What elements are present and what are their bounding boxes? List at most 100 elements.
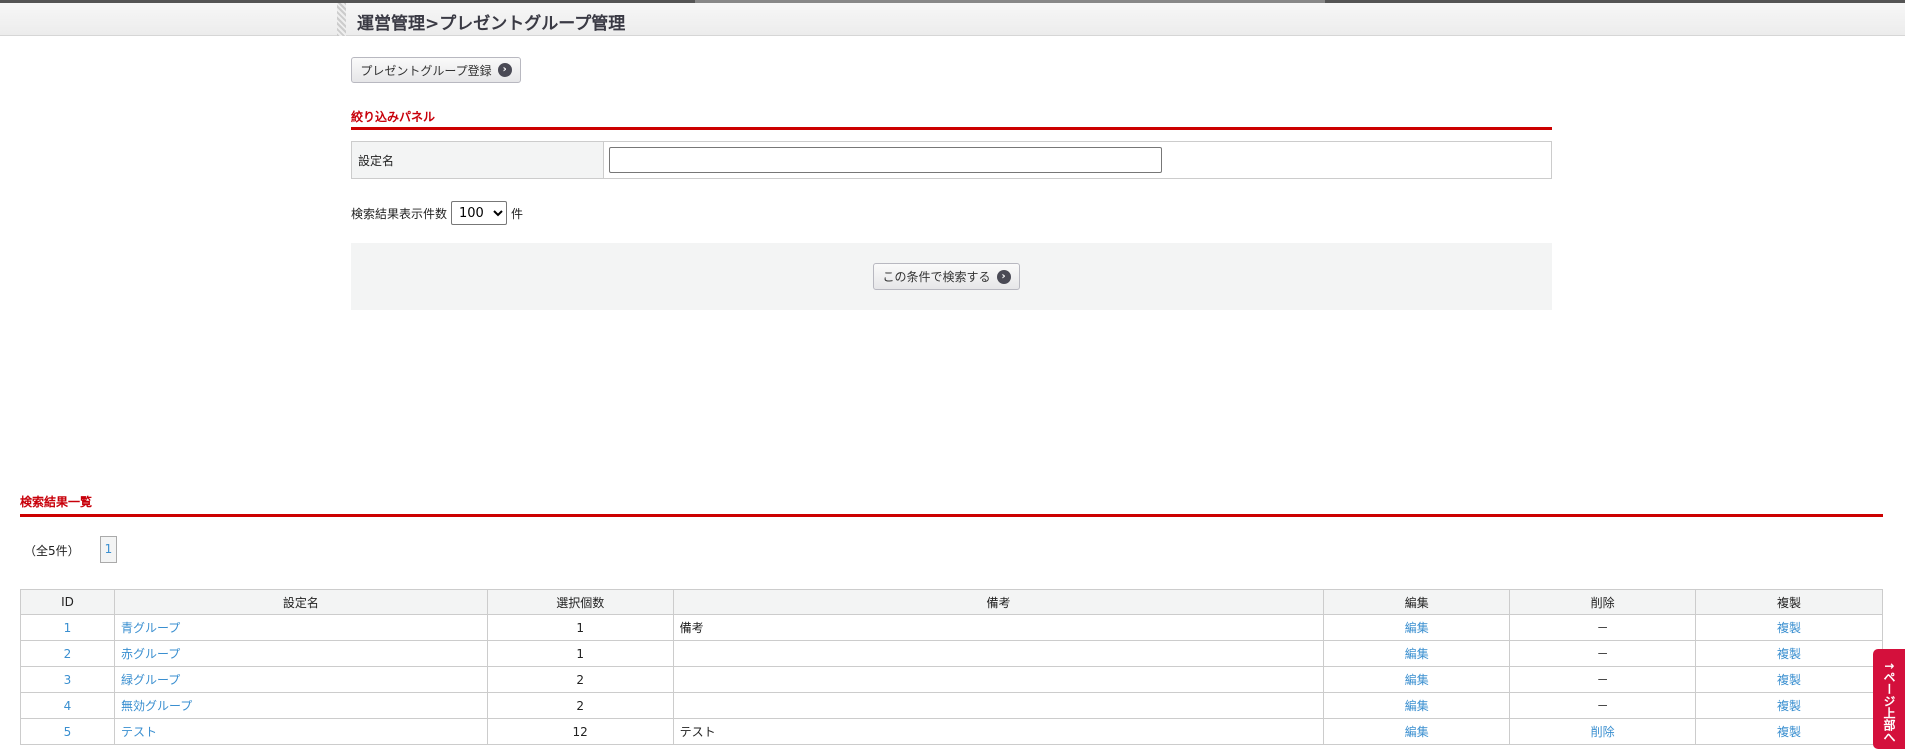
id-link[interactable]: 4 xyxy=(64,699,72,713)
cell-count: 2 xyxy=(486,666,674,693)
id-link[interactable]: 3 xyxy=(64,673,72,687)
count-label: 検索結果表示件数 xyxy=(351,206,448,221)
cell-name: 赤グループ xyxy=(113,640,488,667)
name-link[interactable]: 青グループ xyxy=(121,621,180,635)
cell-count: 12 xyxy=(486,718,674,745)
cell-edit: 編集 xyxy=(1323,614,1511,641)
column-header: 複製 xyxy=(1695,589,1883,615)
edit-link[interactable]: 編集 xyxy=(1405,621,1429,635)
cell-count: 1 xyxy=(486,640,674,667)
filter-panel-title: 絞り込みパネル xyxy=(351,110,436,124)
name-label: 設定名 xyxy=(352,142,604,178)
edit-link[interactable]: 編集 xyxy=(1405,673,1429,687)
cell-note: テスト xyxy=(672,718,1325,745)
name-link[interactable]: 赤グループ xyxy=(121,647,180,661)
name-link[interactable]: テスト xyxy=(121,725,157,739)
cell-name: 緑グループ xyxy=(113,666,488,693)
delete-text: － xyxy=(1596,699,1609,713)
cell-id: 2 xyxy=(20,640,115,667)
column-header: 編集 xyxy=(1323,589,1511,615)
results-title: 検索結果一覧 xyxy=(20,495,93,509)
header-stripe xyxy=(337,3,346,36)
edit-link[interactable]: 編集 xyxy=(1405,647,1429,661)
cell-edit: 編集 xyxy=(1323,718,1511,745)
total-count: （全5件） xyxy=(24,544,80,558)
divider xyxy=(351,127,1552,130)
note-text: テスト xyxy=(679,725,716,739)
cell-delete: 削除 xyxy=(1509,718,1697,745)
note-text: 備考 xyxy=(679,621,704,635)
table-row: 1 青グループ 1 備考 編集 － 複製 xyxy=(20,614,1883,641)
count-row: 検索結果表示件数 100 件 xyxy=(351,201,523,225)
cell-note xyxy=(672,640,1325,667)
count-text: 2 xyxy=(576,698,585,713)
id-link[interactable]: 2 xyxy=(64,647,72,661)
cell-name: テスト xyxy=(113,718,488,745)
cell-id: 4 xyxy=(20,692,115,719)
filter-table: 設定名 xyxy=(351,141,1552,179)
name-link[interactable]: 緑グループ xyxy=(121,673,180,687)
cell-copy: 複製 xyxy=(1695,640,1883,667)
page-1[interactable]: 1 xyxy=(100,536,117,563)
delete-text: － xyxy=(1596,621,1609,635)
copy-link[interactable]: 複製 xyxy=(1777,621,1801,635)
id-link[interactable]: 5 xyxy=(64,725,72,739)
count-text: 12 xyxy=(572,724,588,739)
name-link[interactable]: 無効グループ xyxy=(121,699,192,713)
cell-delete: － xyxy=(1509,614,1697,641)
column-header: 設定名 xyxy=(113,589,488,615)
cell-copy: 複製 xyxy=(1695,666,1883,693)
page-title: 運営管理>プレゼントグループ管理 xyxy=(357,14,626,34)
edit-link[interactable]: 編集 xyxy=(1405,699,1429,713)
id-link[interactable]: 1 xyxy=(64,621,72,635)
copy-link[interactable]: 複製 xyxy=(1777,647,1801,661)
divider xyxy=(20,514,1883,517)
cell-edit: 編集 xyxy=(1323,666,1511,693)
cell-edit: 編集 xyxy=(1323,692,1511,719)
column-header: ID xyxy=(20,589,115,615)
copy-link[interactable]: 複製 xyxy=(1777,699,1801,713)
cell-copy: 複製 xyxy=(1695,718,1883,745)
delete-link[interactable]: 削除 xyxy=(1591,725,1615,739)
count-text: 1 xyxy=(576,620,585,635)
edit-link[interactable]: 編集 xyxy=(1405,725,1429,739)
count-text: 1 xyxy=(576,646,585,661)
table-row: 5 テスト 12 テスト 編集 削除 複製 xyxy=(20,718,1883,745)
cell-id: 1 xyxy=(20,614,115,641)
count-text: 2 xyxy=(576,672,585,687)
cell-name: 無効グループ xyxy=(113,692,488,719)
cell-count: 2 xyxy=(486,692,674,719)
cell-delete: － xyxy=(1509,692,1697,719)
name-input[interactable] xyxy=(609,147,1162,173)
page-header: 運営管理>プレゼントグループ管理 xyxy=(0,3,1905,36)
cell-id: 5 xyxy=(20,718,115,745)
cell-note xyxy=(672,692,1325,719)
column-header: 選択個数 xyxy=(486,589,674,615)
register-label: プレゼントグループ登録 xyxy=(360,63,492,78)
copy-link[interactable]: 複製 xyxy=(1777,673,1801,687)
cell-copy: 複製 xyxy=(1695,614,1883,641)
delete-text: － xyxy=(1596,647,1609,661)
column-header: 削除 xyxy=(1509,589,1697,615)
register-group-button[interactable]: プレゼントグループ登録 › xyxy=(351,57,521,83)
cell-note: 備考 xyxy=(672,614,1325,641)
search-button[interactable]: この条件で検索する › xyxy=(873,263,1020,290)
arrow-right-icon: › xyxy=(996,269,1011,284)
results-table: ID 設定名 選択個数 備考 編集 削除 複製 1 青グループ 1 備考 編集－複製 2 赤グループ 1 編… xyxy=(20,589,1883,745)
copy-link[interactable]: 複製 xyxy=(1777,725,1801,739)
cell-count: 1 xyxy=(486,614,674,641)
cell-copy: 複製 xyxy=(1695,692,1883,719)
cell-delete: － xyxy=(1509,640,1697,667)
table-row: 4 無効グループ 2 編集 － 複製 xyxy=(20,692,1883,719)
cell-edit: 編集 xyxy=(1323,640,1511,667)
delete-text: － xyxy=(1596,673,1609,687)
arrow-right-icon: › xyxy=(497,63,512,77)
column-header: 備考 xyxy=(672,589,1325,615)
count-unit: 件 xyxy=(511,206,524,221)
count-select[interactable]: 100 xyxy=(451,201,508,225)
page-top-button[interactable]: ↑ページ上部へ xyxy=(1873,649,1905,749)
cell-name: 青グループ xyxy=(113,614,488,641)
search-label: この条件で検索する xyxy=(882,270,991,284)
cell-delete: － xyxy=(1509,666,1697,693)
table-row: 3 緑グループ 2 編集 － 複製 xyxy=(20,666,1883,693)
